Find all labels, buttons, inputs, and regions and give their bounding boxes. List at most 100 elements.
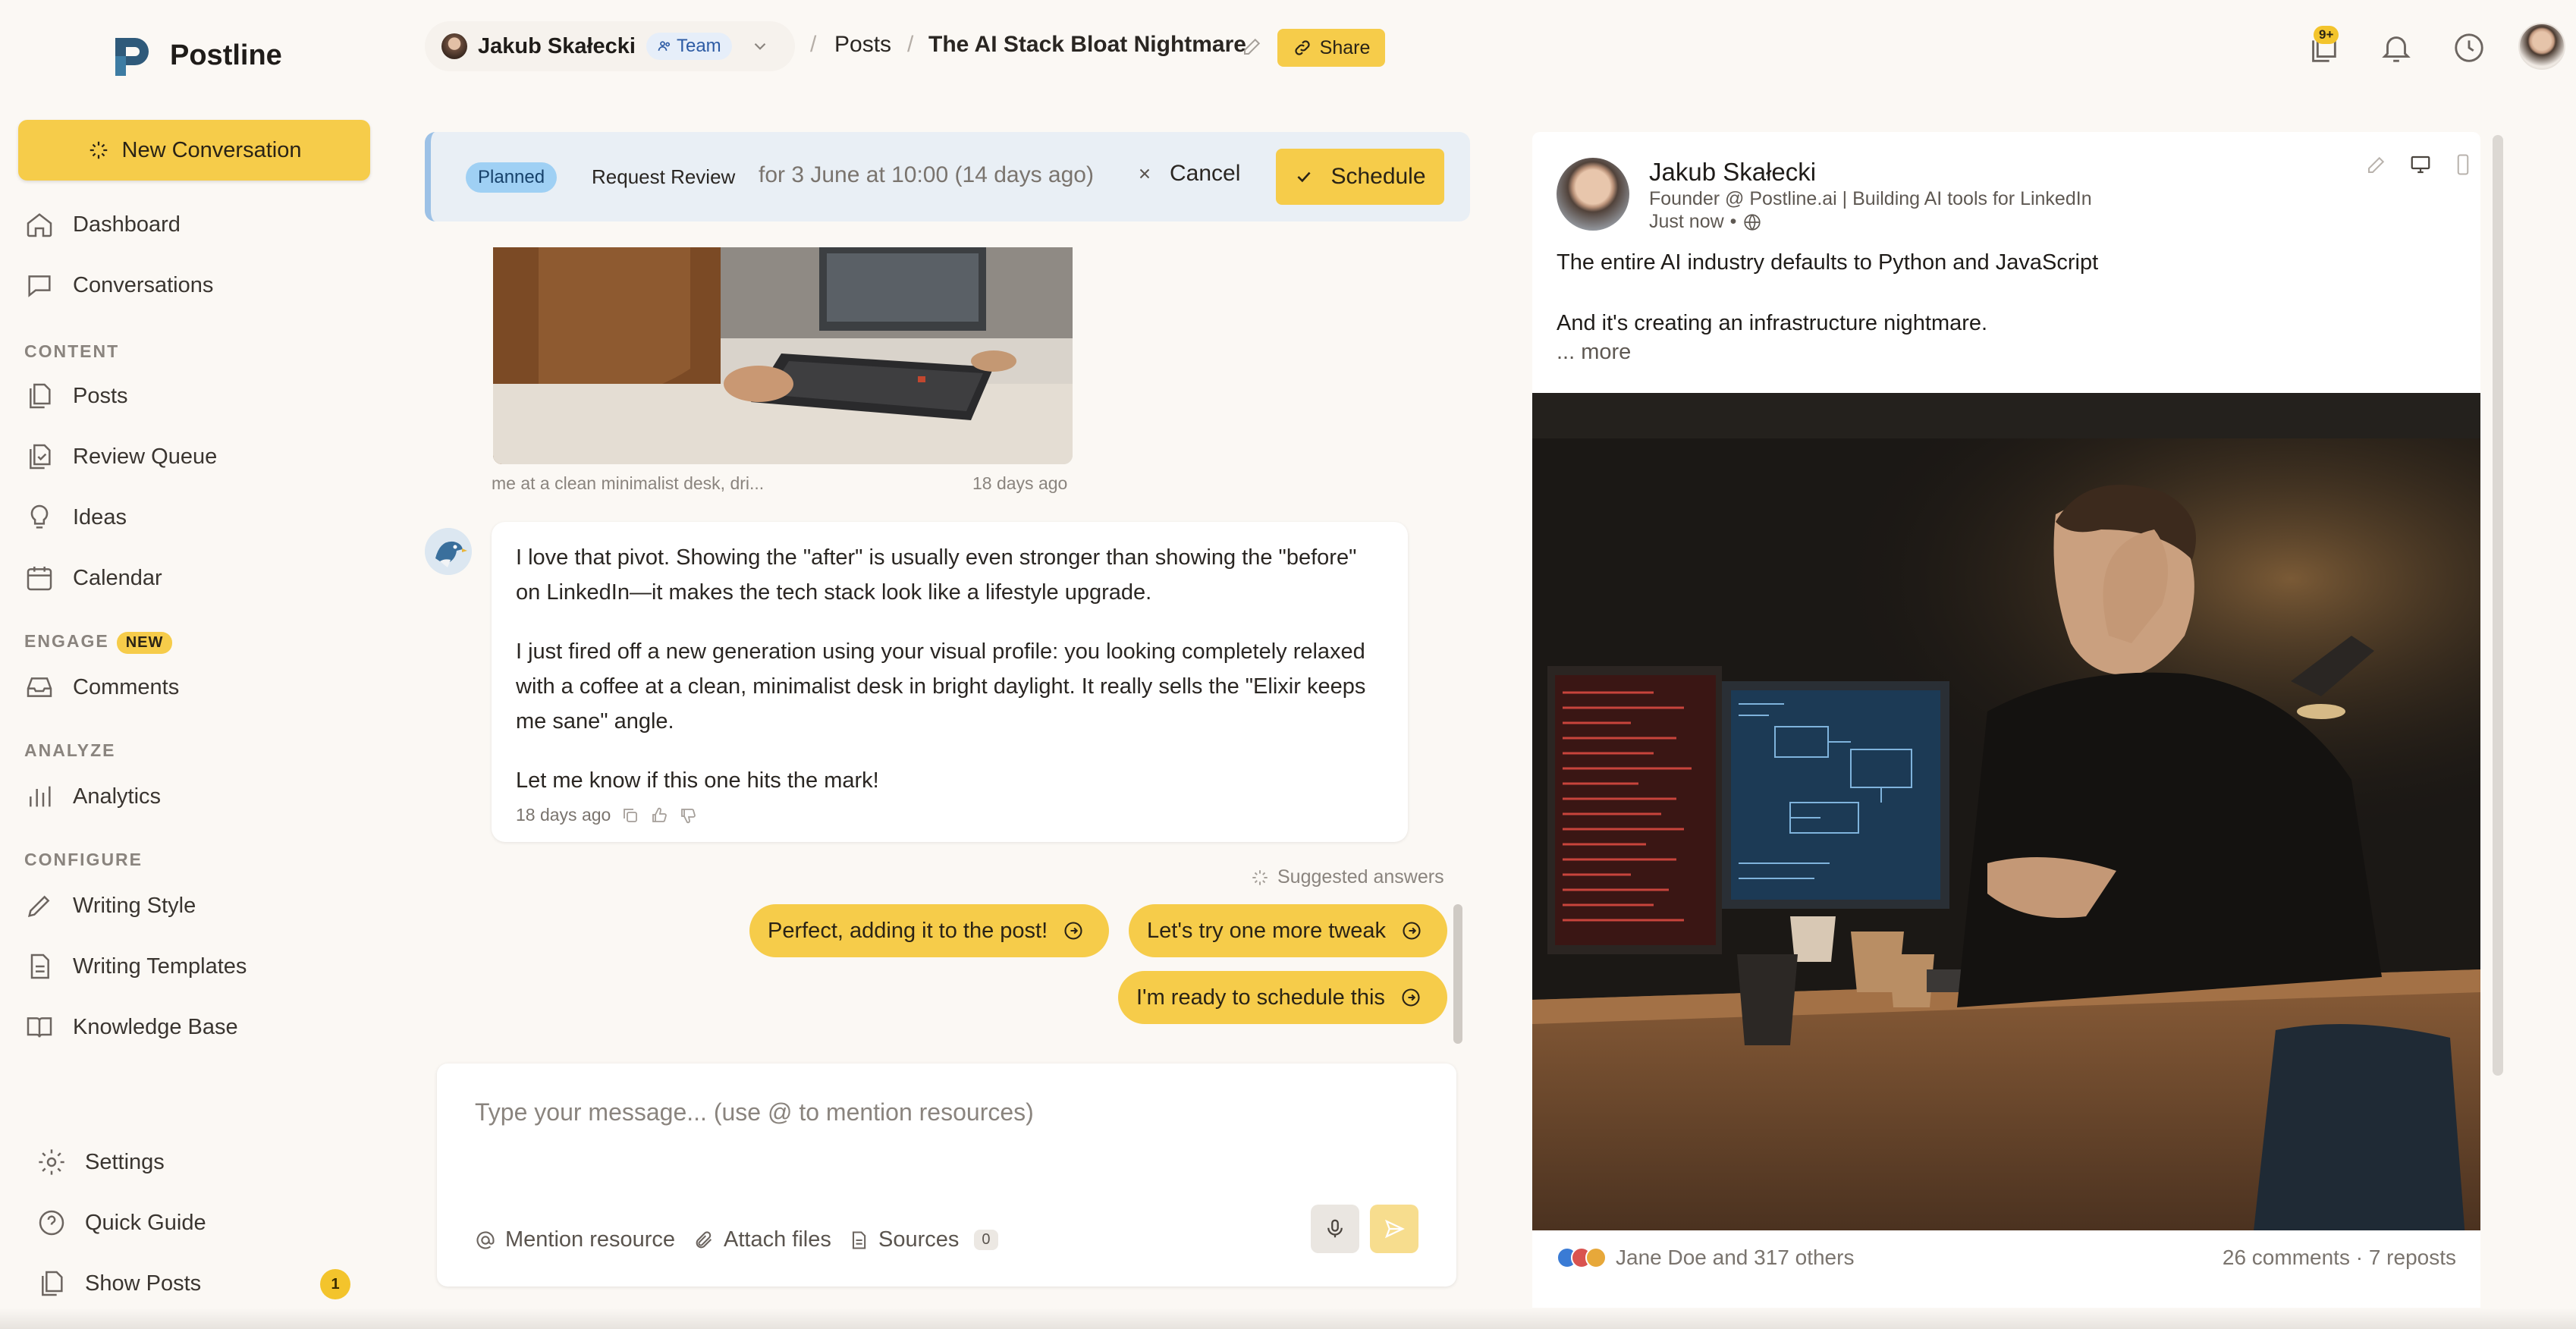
sidebar-item-label: Settings — [85, 1149, 165, 1174]
copy-icon[interactable] — [621, 806, 639, 825]
documents-icon — [30, 383, 51, 409]
attach-files-button[interactable]: Attach files — [693, 1227, 831, 1252]
sidebar-item-label: Writing Style — [73, 893, 196, 918]
at-sign-icon — [476, 1230, 495, 1249]
post-stats[interactable]: 26 comments · 7 reposts — [2223, 1246, 2456, 1270]
sidebar-item-comments[interactable]: Comments — [24, 672, 179, 702]
edit-icon[interactable] — [2365, 153, 2388, 176]
thumbs-down-icon[interactable] — [679, 806, 697, 825]
see-more-link[interactable]: ... more — [1557, 340, 1631, 365]
sidebar-item-writing-style[interactable]: Writing Style — [24, 891, 196, 921]
suggestion-label: Let's try one more tweak — [1147, 918, 1387, 943]
sidebar-item-calendar[interactable]: Calendar — [24, 563, 162, 593]
message-paragraph: I just fired off a new generation using … — [516, 639, 1366, 734]
voice-input-button[interactable] — [1311, 1205, 1359, 1253]
post-time: Just now • — [1649, 211, 1762, 233]
sidebar-item-label: Conversations — [73, 272, 214, 297]
message-input[interactable]: Type your message... (use @ to mention r… — [475, 1098, 1034, 1126]
sparkle-icon — [90, 141, 107, 159]
sources-button[interactable]: Sources 0 — [848, 1227, 998, 1252]
section-analyze: ANALYZE — [24, 740, 116, 760]
send-button[interactable] — [1370, 1205, 1418, 1253]
calendar-icon — [27, 567, 52, 591]
user-avatar[interactable] — [2518, 23, 2565, 70]
bell-icon[interactable] — [2379, 30, 2414, 65]
suggested-answers-label: Suggested answers — [1277, 866, 1444, 888]
microphone-icon — [1327, 1219, 1343, 1238]
clock-icon[interactable] — [2452, 30, 2486, 65]
new-conversation-button[interactable]: New Conversation — [18, 120, 370, 181]
breadcrumb-posts[interactable]: Posts — [834, 32, 891, 58]
section-engage: ENGAGE NEW — [24, 631, 173, 654]
reactions-label: Jane Doe and 317 others — [1616, 1246, 1855, 1269]
sidebar-item-analytics[interactable]: Analytics — [24, 781, 161, 812]
share-button[interactable]: Share — [1277, 29, 1385, 67]
sidebar-item-conversations[interactable]: Conversations — [24, 270, 213, 300]
sidebar-item-posts[interactable]: Posts — [24, 381, 128, 411]
sparkle-icon — [1252, 869, 1268, 885]
author-name: Jakub Skałecki — [1649, 158, 1817, 186]
desktop-icon[interactable] — [2409, 153, 2432, 176]
paperclip-icon — [696, 1230, 712, 1248]
sidebar-item-ideas[interactable]: Ideas — [24, 502, 127, 533]
post-title: The AI Stack Bloat Nightmare — [928, 32, 1246, 57]
check-icon — [1297, 171, 1311, 183]
thumbs-up-icon[interactable] — [650, 806, 668, 825]
sidebar-item-review-queue[interactable]: Review Queue — [24, 441, 217, 472]
chevron-down-icon[interactable] — [750, 36, 770, 56]
section-configure: CONFIGURE — [24, 850, 143, 869]
breadcrumb-separator: / — [810, 32, 817, 57]
generated-image-thumbnail[interactable] — [493, 247, 1073, 464]
team-badge: Team — [646, 33, 732, 60]
document-icon — [852, 1230, 866, 1249]
new-conversation-label: New Conversation — [121, 137, 302, 162]
show-posts-count-badge: 1 — [320, 1269, 350, 1299]
mention-resource-button[interactable]: Mention resource — [475, 1227, 675, 1252]
post-image[interactable] — [1532, 393, 2480, 1230]
documents-icon — [42, 1271, 63, 1296]
gear-icon — [39, 1149, 64, 1175]
mention-resource-label: Mention resource — [505, 1227, 676, 1252]
sidebar-item-settings[interactable]: Settings — [36, 1147, 165, 1177]
sidebar-item-quick-guide[interactable]: Quick Guide — [36, 1208, 206, 1238]
author-avatar — [1557, 158, 1629, 231]
sidebar-item-show-posts[interactable]: Show Posts — [36, 1268, 201, 1299]
user-name: Jakub Skałecki — [478, 33, 636, 58]
link-icon — [1295, 40, 1310, 55]
suggestion-button[interactable]: Let's try one more tweak — [1129, 904, 1447, 957]
chat-scrollbar[interactable] — [1453, 904, 1462, 1044]
assistant-avatar — [425, 528, 472, 575]
mobile-icon[interactable] — [2452, 153, 2474, 176]
cancel-button[interactable]: Cancel — [1136, 161, 1240, 187]
suggestion-label: Perfect, adding it to the post! — [768, 918, 1048, 943]
sidebar: Postline New Conversation Dashboard Conv… — [0, 0, 402, 1329]
sidebar-item-label: Posts — [73, 383, 128, 408]
sidebar-item-knowledge-base[interactable]: Knowledge Base — [24, 1012, 238, 1042]
sidebar-item-writing-templates[interactable]: Writing Templates — [24, 951, 247, 982]
request-review-button[interactable]: Request Review — [592, 165, 735, 189]
workspace-switcher[interactable]: Jakub Skałecki Team — [425, 21, 795, 71]
bird-mascot-icon — [425, 528, 472, 575]
home-icon — [27, 213, 52, 237]
image-caption: me at a clean minimalist desk, dri... — [492, 473, 765, 493]
section-engage-label: ENGAGE — [24, 631, 109, 651]
post-time-separator: • — [1729, 211, 1737, 232]
schedule-date[interactable]: for 3 June at 10:00 (14 days ago) — [759, 162, 1094, 188]
schedule-button[interactable]: Schedule — [1276, 149, 1444, 205]
stressed-developer-photo-image — [1532, 393, 2480, 1230]
sidebar-item-label: Comments — [73, 674, 180, 699]
suggestion-button[interactable]: I'm ready to schedule this — [1118, 971, 1447, 1024]
app-logo[interactable]: Postline — [112, 33, 282, 77]
post-text: The entire AI industry defaults to Pytho… — [1557, 247, 2098, 338]
section-content: CONTENT — [24, 341, 120, 361]
desk-photo-image — [493, 247, 1073, 464]
sidebar-item-dashboard[interactable]: Dashboard — [24, 209, 181, 240]
preview-scrollbar[interactable] — [2493, 135, 2503, 1076]
status-badge: Planned — [466, 162, 558, 193]
sidebar-item-label: Review Queue — [73, 444, 218, 469]
reactions-summary[interactable]: Jane Doe and 317 others — [1557, 1246, 1854, 1270]
edit-icon[interactable] — [1241, 35, 1264, 58]
checklist-icon — [30, 444, 51, 470]
attach-files-label: Attach files — [724, 1227, 831, 1252]
suggestion-button[interactable]: Perfect, adding it to the post! — [749, 904, 1109, 957]
